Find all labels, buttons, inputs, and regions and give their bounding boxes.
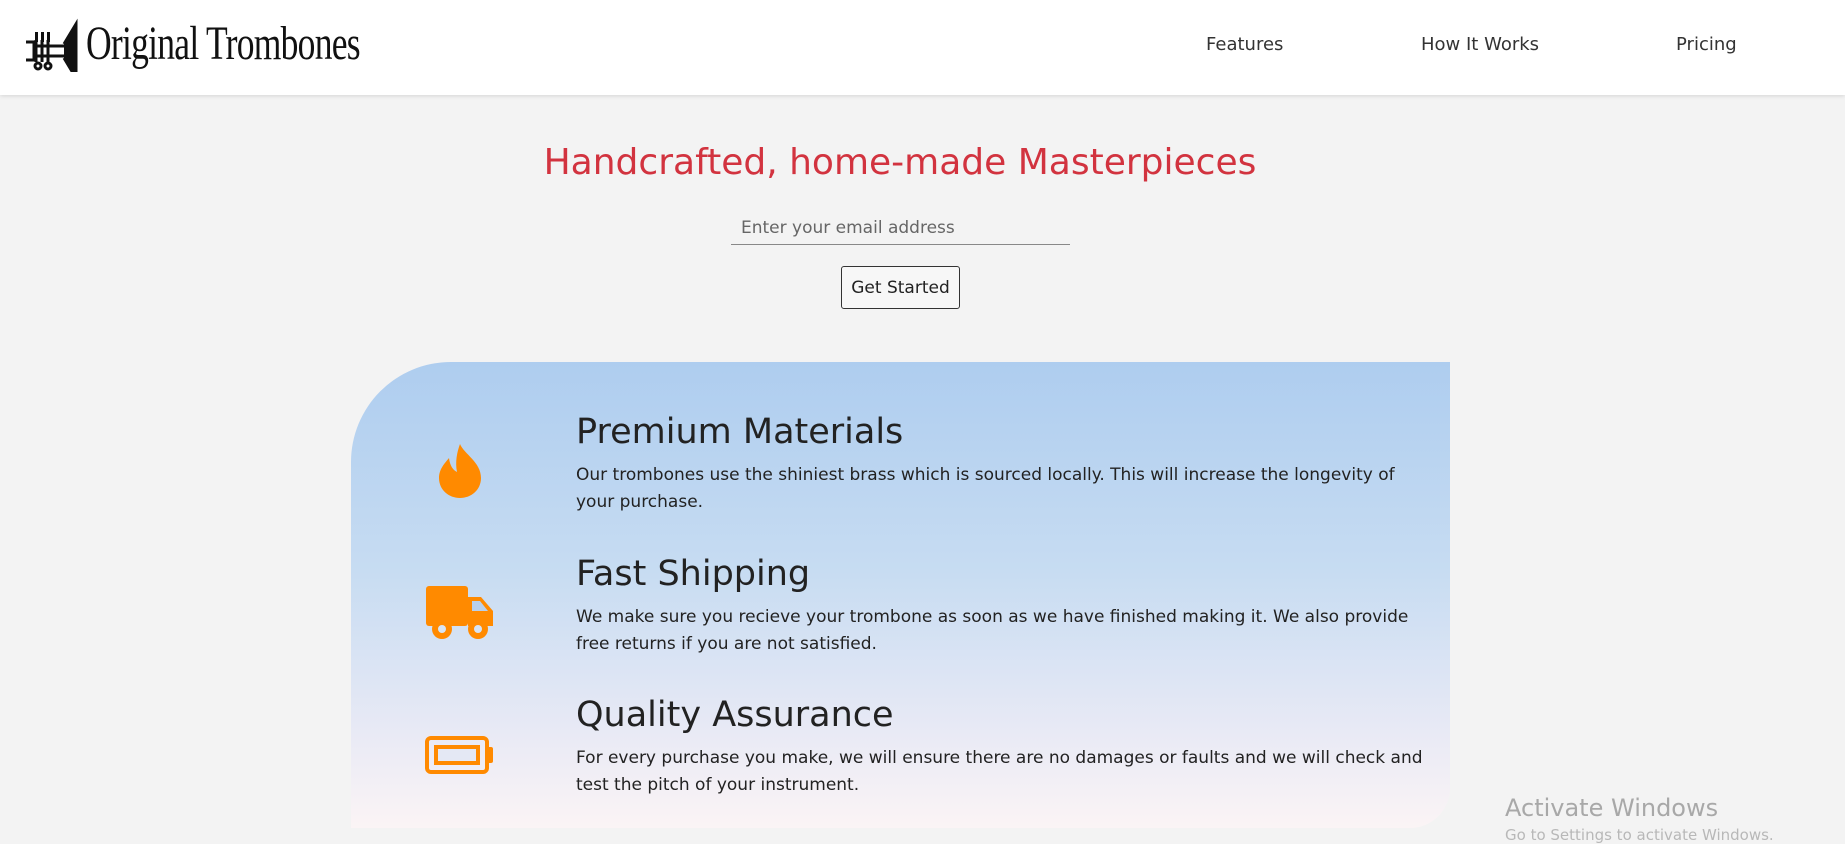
feature-desc-fast-shipping: We make sure you recieve your trombone a… [576,607,1409,654]
hero-title: Handcrafted, home-made Masterpieces [543,142,1257,183]
site-header: Original Trombones Features How It Works… [0,0,1845,95]
truck-icon [351,585,569,641]
trumpet-logo-icon [26,18,78,72]
battery-icon [351,736,569,774]
activate-windows-watermark-subtitle: Go to Settings to activate Windows. [1505,826,1774,844]
feature-desc-quality-assurance: For every purchase you make, we will ens… [576,748,1423,795]
activate-windows-watermark-title: Activate Windows [1505,794,1719,822]
email-input[interactable] [731,212,1070,245]
feature-desc-premium-materials: Our trombones use the shiniest brass whi… [576,465,1395,512]
feature-title-premium-materials: Premium Materials [576,412,904,452]
fire-icon [351,442,569,500]
brand-logo[interactable]: Original Trombones [24,14,456,74]
features-section: Premium Materials Our trombones use the … [351,362,1450,828]
brand-name: Original Trombones [86,17,361,70]
nav-link-how-it-works[interactable]: How It Works [1421,34,1539,55]
feature-title-fast-shipping: Fast Shipping [576,554,811,594]
feature-title-quality-assurance: Quality Assurance [576,695,894,735]
nav-link-pricing[interactable]: Pricing [1676,34,1737,55]
nav-link-features[interactable]: Features [1206,34,1283,55]
get-started-button[interactable]: Get Started [841,266,960,309]
